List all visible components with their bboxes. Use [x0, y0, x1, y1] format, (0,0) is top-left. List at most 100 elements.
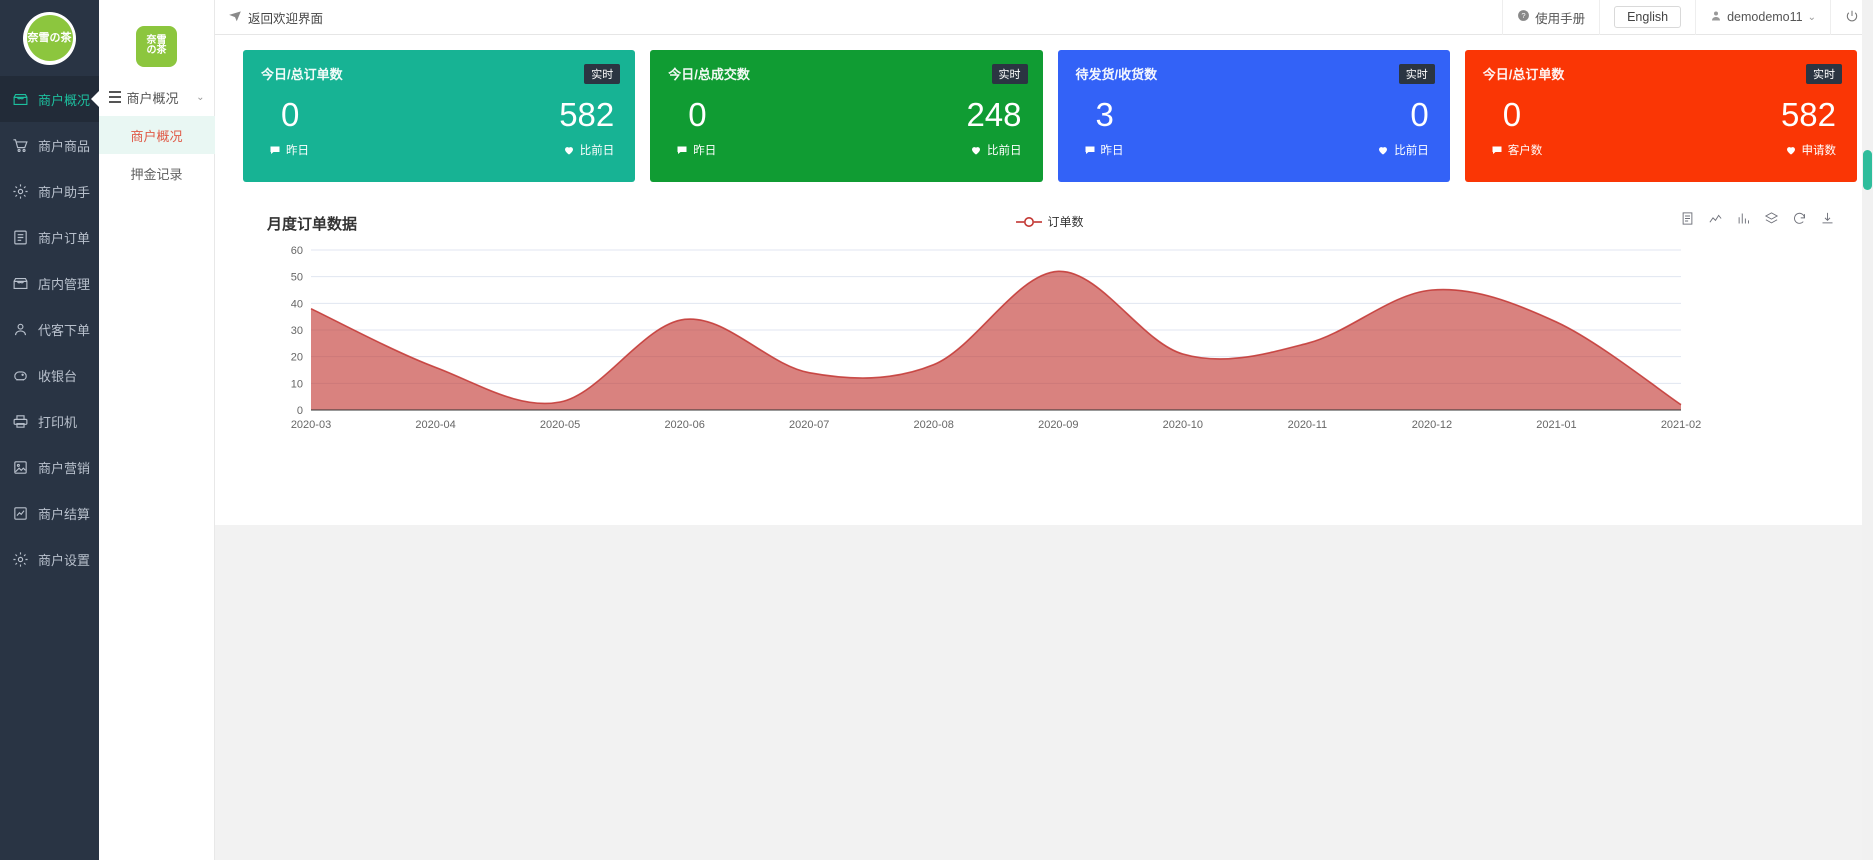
x-axis-tick: 2020-03	[291, 419, 331, 431]
stat-card-values: 0 248	[668, 97, 1027, 133]
status-badge: 实时	[1398, 64, 1435, 84]
legend-label: 订单数	[1047, 215, 1084, 229]
sub-sidebar-group-overview[interactable]: 商户概况 ⌄	[99, 78, 215, 116]
main-area: 返回欢迎界面 ? 使用手册 English demodemo11 ⌄ 今日/总订…	[215, 0, 1873, 860]
sub-brand-logo-mark: 奈雪 の茶	[136, 25, 177, 67]
language-switch-cell[interactable]: English	[1599, 0, 1695, 35]
stat-card-footer-right: 比前日	[970, 142, 1022, 158]
svg-text:?: ?	[1521, 11, 1525, 20]
stat-card-today-total-orders[interactable]: 今日/总订单数 实时 0 582 昨日 比前日	[243, 50, 636, 182]
topbar: 返回欢迎界面 ? 使用手册 English demodemo11 ⌄	[215, 0, 1873, 35]
sub-sidebar-item-deposit-record[interactable]: 押金记录	[99, 154, 215, 192]
document-icon	[12, 229, 29, 246]
stack-icon[interactable]	[1764, 211, 1779, 226]
stat-card-footer: 昨日 比前日	[261, 142, 620, 158]
sidebar-item-label: 打印机	[38, 414, 78, 430]
sidebar-item-label: 商户设置	[38, 552, 91, 568]
download-icon[interactable]	[1820, 211, 1835, 226]
stat-card-footer-left-label: 客户数	[1507, 145, 1543, 157]
chart-canvas-area[interactable]: 0 10 20 30 40 50 60 2020-03 2020-04 2020-05 2020-0…	[261, 242, 1839, 452]
stat-card-today-total-transactions[interactable]: 今日/总成交数 实时 0 248 昨日 比前日	[650, 50, 1043, 182]
stat-card-value-right: 248	[966, 96, 1022, 133]
x-axis-tick: 2020-10	[1163, 419, 1203, 431]
stat-card-title: 今日/总成交数	[668, 67, 750, 82]
sub-brand-logo: 奈雪 の茶	[99, 0, 215, 78]
x-axis-tick: 2020-05	[540, 419, 580, 431]
comment-icon	[676, 144, 688, 156]
status-badge: 实时	[1806, 64, 1842, 84]
language-button[interactable]: English	[1614, 6, 1682, 28]
sidebar-item-assistant[interactable]: 商户助手	[0, 168, 99, 214]
vertical-scrollbar[interactable]	[1862, 0, 1873, 860]
stat-card-pending-shipment-receipt[interactable]: 待发货/收货数 实时 3 0 昨日 比前日	[1057, 50, 1450, 182]
list-icon	[108, 91, 121, 103]
user-menu[interactable]: demodemo11 ⌄	[1695, 0, 1830, 35]
sidebar-item-settings[interactable]: 商户设置	[0, 536, 99, 582]
y-axis-tick: 20	[291, 352, 303, 364]
stat-card-footer-right-label: 申请数	[1801, 145, 1837, 157]
stat-card-footer-left-label: 昨日	[693, 145, 717, 157]
status-badge: 实时	[991, 64, 1028, 84]
sidebar-item-label: 商户结算	[38, 506, 91, 522]
topbar-right-group: ? 使用手册 English demodemo11 ⌄	[1502, 0, 1873, 35]
sidebar-item-label: 商户助手	[38, 184, 91, 200]
sidebar-item-label: 收银台	[38, 368, 78, 384]
piggy-bank-icon	[12, 367, 29, 384]
refresh-icon[interactable]	[1792, 211, 1807, 226]
heart-icon	[1785, 144, 1797, 156]
chart-toolbar	[1680, 211, 1835, 226]
back-to-welcome-button[interactable]: 返回欢迎界面	[215, 8, 323, 27]
user-manual-button[interactable]: ? 使用手册	[1502, 0, 1599, 35]
content-scroll-region[interactable]: 今日/总订单数 实时 0 582 昨日 比前日 今日/总成交数 实时 0 248…	[215, 35, 1873, 860]
secondary-sidebar: 奈雪 の茶 商户概况 ⌄ 商户概况 押金记录	[98, 0, 215, 860]
sidebar-item-marketing[interactable]: 商户营销	[0, 444, 99, 490]
stat-card-footer: 昨日 比前日	[668, 142, 1027, 158]
brand-logo-line1: 奈雪	[27, 31, 50, 44]
stat-card-footer-right-label: 比前日	[987, 145, 1022, 157]
app-root: 奈雪 の茶 商户概况 商户商品 商户助手 商户订单 店内管理 代客下单 收银台 …	[0, 0, 1873, 860]
stat-card-footer-right-label: 比前日	[1394, 145, 1429, 157]
brand-logo-line2: の茶	[49, 31, 72, 44]
stat-card-footer-right: 比前日	[1377, 142, 1429, 158]
stat-card-value-left: 0	[281, 96, 300, 133]
gear-icon	[12, 183, 29, 200]
line-chart-icon[interactable]	[1708, 211, 1723, 226]
sidebar-item-cashier[interactable]: 收银台	[0, 352, 99, 398]
stat-card-value-left: 3	[1095, 96, 1114, 133]
stat-card-footer-right: 比前日	[563, 142, 614, 158]
stat-card-value-right: 582	[559, 96, 615, 133]
stat-card-customer-application[interactable]: 今日/总订单数 实时 0 582 客户数 申请数	[1464, 50, 1857, 182]
stat-card-footer: 客户数 申请数	[1483, 142, 1842, 158]
data-view-icon[interactable]	[1680, 211, 1695, 226]
scrollbar-thumb[interactable]	[1863, 150, 1872, 190]
user-manual-label: 使用手册	[1535, 11, 1586, 26]
sidebar-item-overview[interactable]: 商户概况	[0, 76, 99, 122]
chevron-down-icon: ⌄	[196, 91, 205, 103]
stat-card-footer-left: 昨日	[668, 142, 716, 158]
comment-icon	[1084, 144, 1096, 156]
legend-item-orders[interactable]: 订单数	[1016, 213, 1084, 230]
gear-icon	[12, 551, 29, 568]
sidebar-item-settlement[interactable]: 商户结算	[0, 490, 99, 536]
sidebar-item-printer[interactable]: 打印机	[0, 398, 99, 444]
sidebar-item-label: 商户订单	[38, 230, 91, 246]
sidebar-item-label: 商户营销	[38, 460, 91, 476]
stat-card-row: 今日/总订单数 实时 0 582 昨日 比前日 今日/总成交数 实时 0 248…	[215, 35, 1873, 182]
shop-icon	[12, 91, 29, 108]
sidebar-item-orders[interactable]: 商户订单	[0, 214, 99, 260]
sidebar-item-proxy-order[interactable]: 代客下单	[0, 306, 99, 352]
bar-chart-icon[interactable]	[1736, 211, 1751, 226]
sidebar-item-store-management[interactable]: 店内管理	[0, 260, 99, 306]
y-axis-tick: 0	[297, 405, 303, 417]
chevron-down-icon: ⌄	[1807, 11, 1816, 23]
x-axis-tick: 2021-01	[1536, 419, 1576, 431]
stat-card-footer-right: 申请数	[1785, 142, 1837, 158]
comment-icon	[269, 144, 281, 156]
sub-sidebar-item-overview[interactable]: 商户概况	[98, 116, 215, 154]
stat-card-value-left: 0	[688, 96, 707, 133]
sub-sidebar-item-label: 商户概况	[130, 128, 183, 144]
sidebar-item-goods[interactable]: 商户商品	[0, 122, 99, 168]
x-axis-tick: 2020-12	[1412, 419, 1452, 431]
printer-icon	[12, 413, 29, 430]
y-axis-tick: 10	[291, 378, 303, 390]
